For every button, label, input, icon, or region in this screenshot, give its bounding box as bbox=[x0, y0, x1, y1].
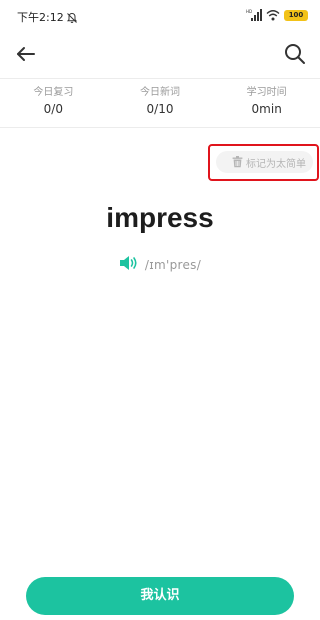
stat-label: 今日新词 bbox=[140, 87, 180, 98]
status-indicators: HD 100 bbox=[246, 8, 308, 22]
search-button[interactable] bbox=[280, 39, 310, 69]
back-button[interactable] bbox=[12, 39, 42, 69]
word-text: impress bbox=[106, 202, 214, 233]
mark-too-easy-button[interactable]: 标记为太简单 bbox=[216, 151, 313, 173]
stat-study-time: 学习时间 0min bbox=[213, 79, 320, 127]
stat-value: 0min bbox=[251, 102, 282, 116]
search-icon bbox=[285, 44, 305, 64]
trash-icon bbox=[231, 153, 244, 172]
phonetic-text: /ɪm'pres/ bbox=[144, 258, 202, 272]
arrow-left-icon bbox=[17, 47, 35, 61]
study-stats: 今日复习 0/0 今日新词 0/10 学习时间 0min bbox=[0, 78, 320, 128]
phonetic-row: /ɪm'pres/ bbox=[0, 254, 320, 276]
signal-icon: HD bbox=[246, 6, 262, 25]
stat-label: 今日复习 bbox=[33, 87, 74, 98]
stat-label: 学习时间 bbox=[246, 87, 287, 98]
battery-indicator: 100 bbox=[284, 9, 308, 21]
i-know-button[interactable]: 我认识 bbox=[26, 577, 294, 615]
speaker-icon[interactable] bbox=[119, 255, 139, 275]
wifi-icon bbox=[266, 6, 280, 25]
mark-too-easy-label: 标记为太简单 bbox=[246, 158, 306, 170]
bell-off-icon bbox=[66, 9, 78, 23]
status-bar: 下午2:12 HD 100 bbox=[0, 0, 320, 32]
stat-value: 0/10 bbox=[146, 102, 174, 116]
stat-new-words-today: 今日新词 0/10 bbox=[107, 79, 214, 127]
app-bar bbox=[0, 32, 320, 76]
status-time: 下午2:12 bbox=[17, 11, 64, 24]
stat-value: 0/0 bbox=[43, 102, 63, 116]
stat-review-today: 今日复习 0/0 bbox=[0, 79, 107, 127]
svg-text:HD: HD bbox=[246, 9, 252, 14]
